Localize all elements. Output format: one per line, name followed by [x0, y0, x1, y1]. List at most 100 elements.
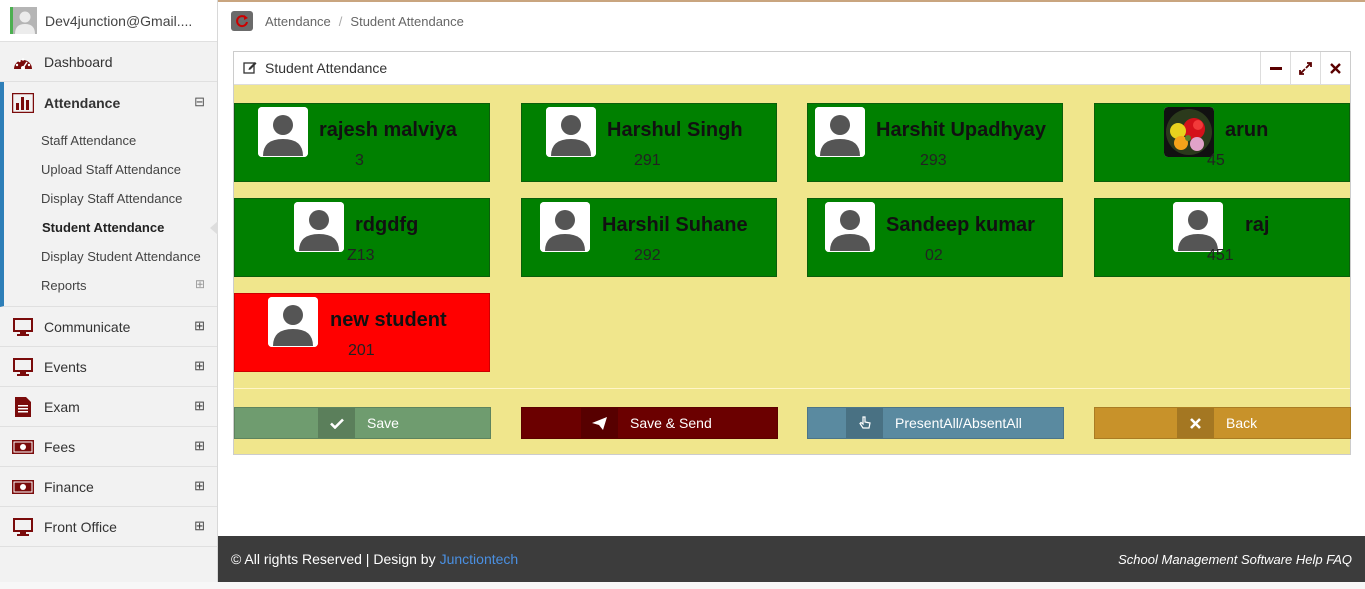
student-roll-number: 02 [925, 247, 943, 264]
expand-icon[interactable]: ⊞ [194, 438, 205, 454]
submenu-reports[interactable]: Reports ⊞ [4, 271, 217, 300]
sidebar-item-label: Exam [44, 398, 80, 415]
refresh-icon[interactable] [231, 11, 253, 31]
document-icon [12, 396, 34, 417]
student-card[interactable]: Harshit Upadhyay 293 [807, 103, 1063, 182]
expand-icon[interactable]: ⊞ [194, 318, 205, 334]
sidebar-item-dashboard[interactable]: Dashboard [0, 42, 217, 82]
breadcrumb-parent[interactable]: Attendance [265, 14, 331, 29]
footer: © All rights Reserved | Design by Juncti… [218, 536, 1365, 582]
sidebar-item-label: Attendance [44, 95, 121, 111]
submenu-student-attendance[interactable]: Student Attendance [4, 213, 218, 242]
sidebar-item-communicate[interactable]: Communicate ⊞ [0, 307, 217, 347]
student-photo [1173, 202, 1223, 252]
present-all-absent-all-button[interactable]: PresentAll/AbsentAll [807, 407, 1064, 439]
submenu-display-staff-attendance[interactable]: Display Staff Attendance [4, 184, 217, 213]
student-roll-number: 201 [348, 342, 375, 359]
money-icon [12, 437, 34, 457]
minimize-icon[interactable] [1260, 52, 1290, 85]
student-name: raj [1245, 214, 1270, 236]
student-card[interactable]: rdgdfg Z13 [234, 198, 490, 277]
student-photo [825, 202, 875, 252]
collapse-icon[interactable]: ⊟ [194, 94, 205, 110]
check-icon [318, 408, 355, 438]
sidebar-item-finance[interactable]: Finance ⊞ [0, 467, 217, 507]
send-icon [581, 408, 618, 438]
footer-designer-link[interactable]: Junctiontech [440, 551, 519, 567]
student-roll-number: 292 [634, 247, 661, 264]
student-card[interactable]: Sandeep kumar 02 [807, 198, 1063, 277]
user-profile[interactable]: Dev4junction@Gmail.... [0, 0, 217, 42]
student-card[interactable]: Harshil Suhane 292 [521, 198, 777, 277]
bottom-scrollbar[interactable] [0, 582, 1365, 589]
submenu-upload-staff-attendance[interactable]: Upload Staff Attendance [4, 155, 217, 184]
user-email: Dev4junction@Gmail.... [45, 12, 193, 29]
monitor-icon [12, 517, 34, 537]
student-name: arun [1225, 119, 1269, 141]
sidebar-item-label: Events [44, 358, 87, 375]
student-roll-number: 451 [1207, 247, 1234, 264]
sidebar: Dev4junction@Gmail.... Dashboard Attenda… [0, 0, 218, 589]
expand-icon[interactable] [1290, 52, 1320, 85]
sidebar-item-fees[interactable]: Fees ⊞ [0, 427, 217, 467]
bar-chart-icon [12, 93, 34, 113]
student-photo [294, 202, 344, 252]
footer-copyright: © All rights Reserved | Design by [231, 551, 436, 567]
student-card[interactable]: rajesh malviya 3 [234, 103, 490, 182]
student-photo [546, 107, 596, 157]
student-attendance-panel: Student Attendance rajesh malviya 3 Harshu… [233, 51, 1351, 455]
back-button[interactable]: Back [1094, 407, 1351, 439]
student-card[interactable]: raj 451 [1094, 198, 1350, 277]
expand-icon[interactable]: ⊞ [194, 358, 205, 374]
student-roll-number: 291 [634, 152, 661, 169]
monitor-icon [12, 357, 34, 377]
student-roll-number: 293 [920, 152, 947, 169]
back-label: Back [1226, 415, 1258, 431]
close-icon[interactable] [1320, 52, 1350, 85]
header-accent-line [218, 0, 1365, 2]
submenu-staff-attendance[interactable]: Staff Attendance [4, 126, 217, 155]
submenu-display-student-attendance[interactable]: Display Student Attendance [4, 242, 217, 271]
student-name: Sandeep kumar [886, 214, 1035, 236]
student-name: Harshil Suhane [602, 214, 748, 236]
save-and-send-button[interactable]: Save & Send [521, 407, 778, 439]
expand-icon[interactable]: ⊞ [194, 478, 205, 494]
student-photo [540, 202, 590, 252]
panel-header: Student Attendance [234, 52, 1350, 85]
student-roll-number: 45 [1207, 152, 1225, 169]
divider [234, 388, 1350, 389]
sidebar-item-label: Fees [44, 438, 76, 455]
student-card[interactable]: new student 201 [234, 293, 490, 372]
student-roll-number: Z13 [347, 247, 375, 264]
breadcrumb: Attendance / Student Attendance [231, 10, 464, 32]
expand-icon[interactable]: ⊞ [195, 278, 205, 290]
money-icon [12, 477, 34, 497]
monitor-icon [12, 317, 34, 337]
submenu-label: Student Attendance [42, 220, 165, 235]
student-card[interactable]: Harshul Singh 291 [521, 103, 777, 182]
sidebar-item-exam[interactable]: Exam ⊞ [0, 387, 217, 427]
sidebar-item-events[interactable]: Events ⊞ [0, 347, 217, 387]
student-photo [258, 107, 308, 157]
sidebar-item-label: Communicate [44, 318, 131, 335]
avatar [10, 7, 37, 34]
close-icon [1177, 408, 1214, 438]
sidebar-item-label: Dashboard [44, 53, 113, 70]
submenu-label: Reports [41, 278, 87, 293]
breadcrumb-separator: / [338, 13, 343, 29]
student-card[interactable]: arun 45 [1094, 103, 1350, 182]
edit-icon [243, 60, 257, 77]
panel-tools [1260, 52, 1350, 85]
dashboard-icon [12, 52, 34, 72]
breadcrumb-current: Student Attendance [350, 13, 464, 29]
sidebar-item-front-office[interactable]: Front Office ⊞ [0, 507, 217, 547]
sidebar-item-attendance[interactable]: Attendance ⊟ [0, 82, 217, 124]
toggle-all-label: PresentAll/AbsentAll [895, 415, 1022, 431]
active-caret-icon [210, 221, 218, 235]
expand-icon[interactable]: ⊞ [194, 398, 205, 414]
save-label: Save [367, 415, 399, 431]
student-photo [268, 297, 318, 347]
save-button[interactable]: Save [234, 407, 491, 439]
footer-help-faq[interactable]: School Management Software Help FAQ [1118, 552, 1352, 567]
expand-icon[interactable]: ⊞ [194, 518, 205, 534]
